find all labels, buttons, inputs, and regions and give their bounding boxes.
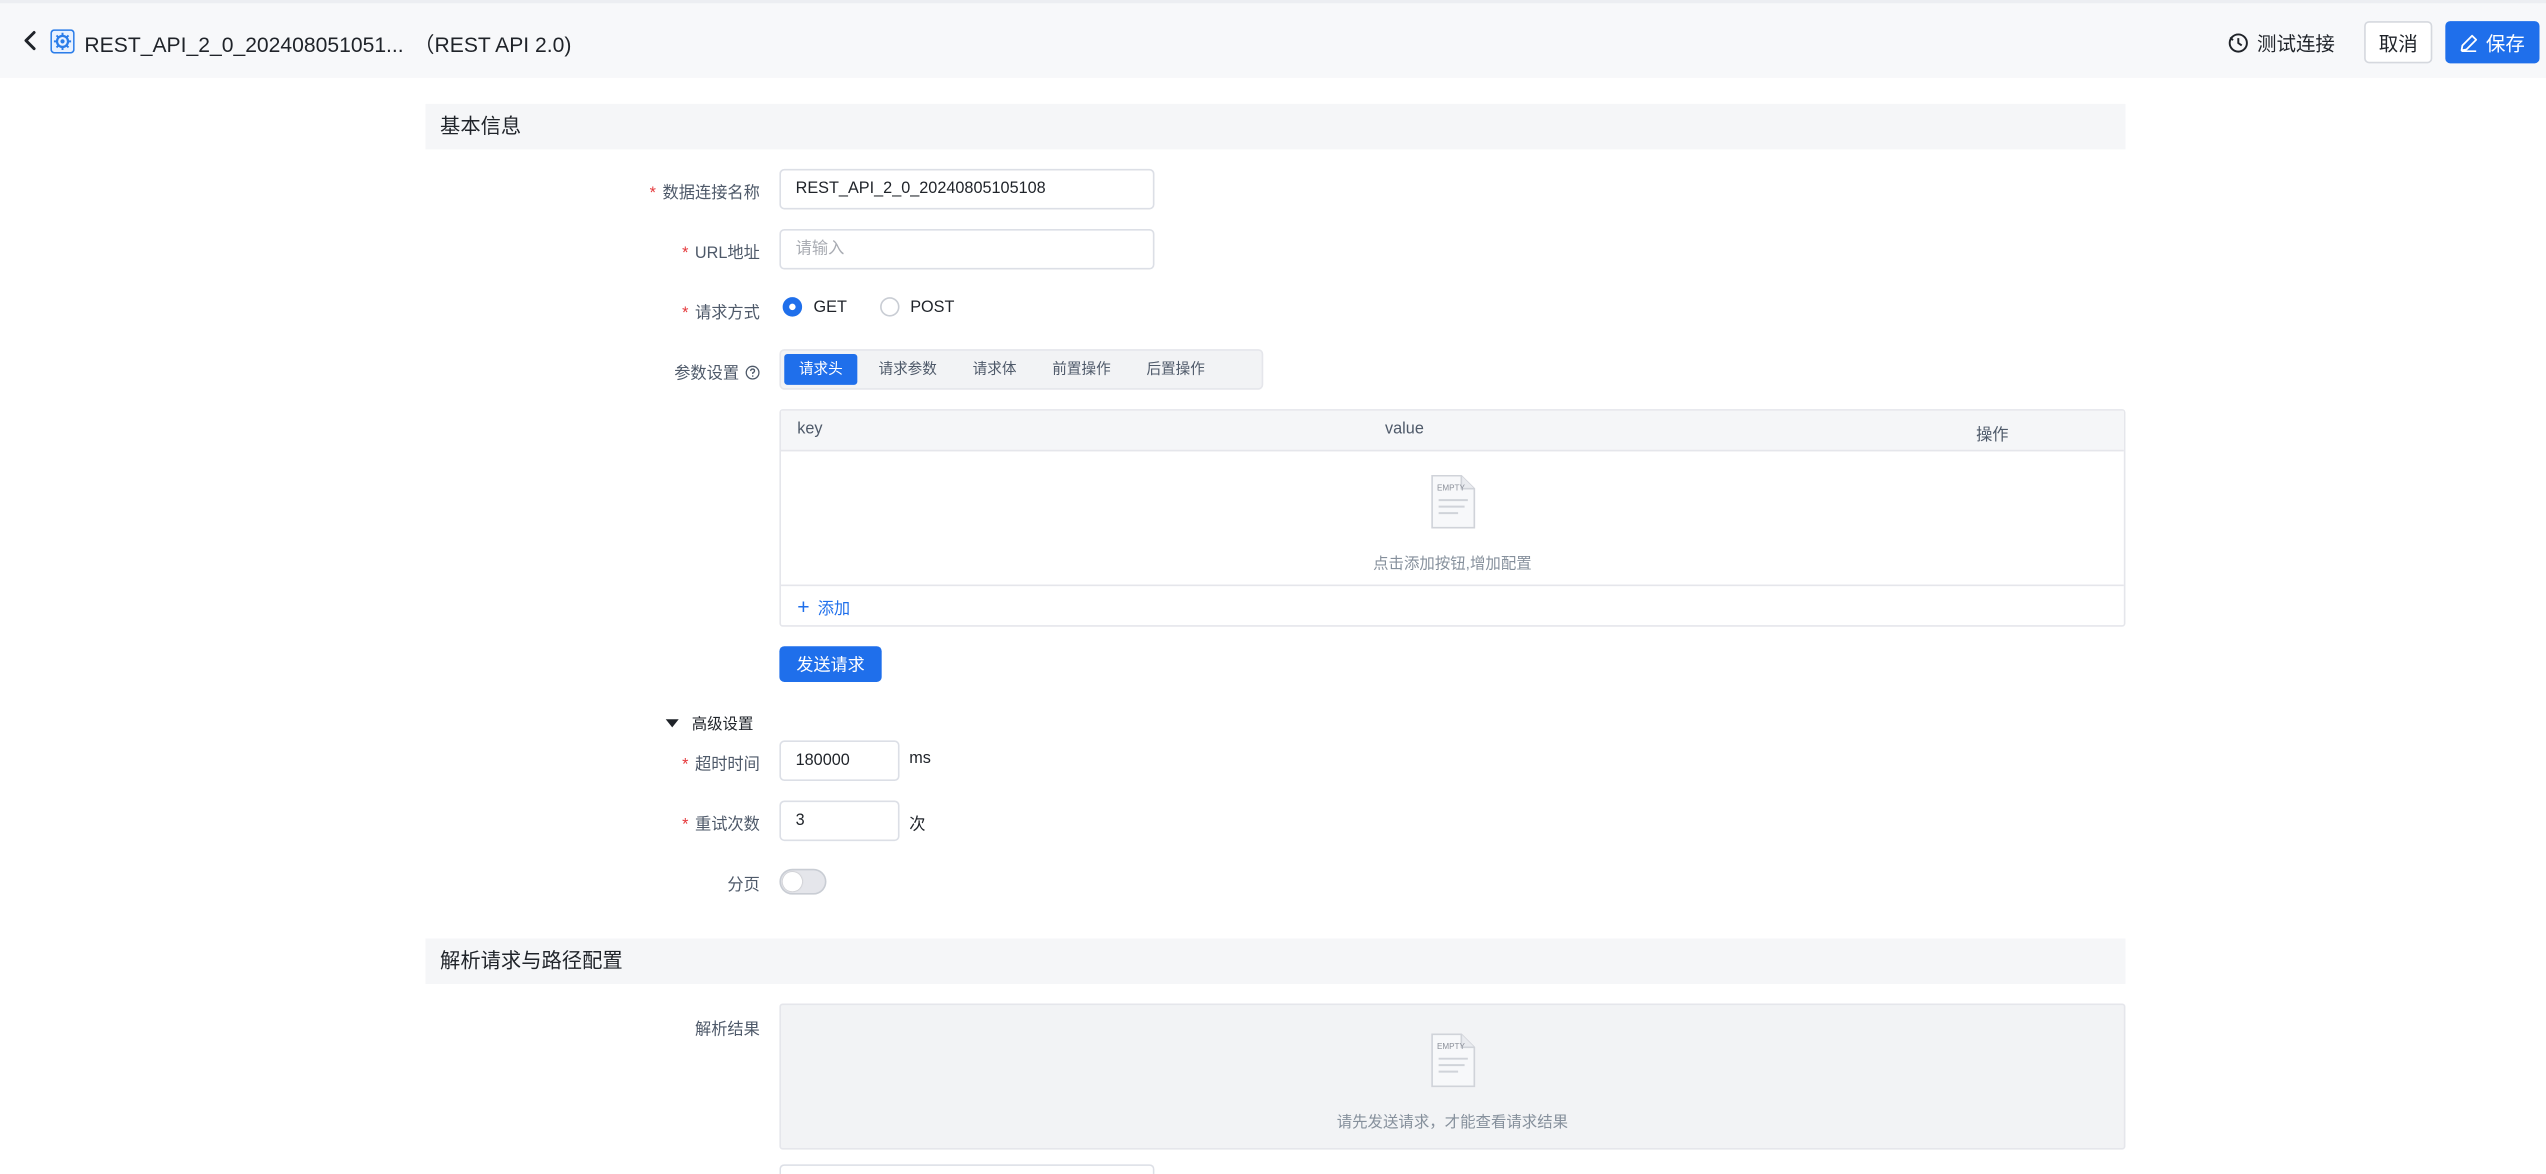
edit-icon: [2460, 34, 2478, 52]
radio-post-circle: [879, 297, 899, 317]
section-basic-info: 基本信息: [425, 103, 2126, 150]
timeout-input[interactable]: 180000: [779, 740, 900, 782]
connection-type: （REST API 2.0): [413, 32, 572, 57]
params-label-text: 参数设置: [674, 365, 740, 384]
timeout-label: * 超时时间: [435, 750, 760, 775]
params-empty-text: 点击添加按钮,增加配置: [1373, 555, 1532, 574]
empty-document-icon: EMPTY: [1430, 474, 1475, 529]
test-connection-label: 测试连接: [2256, 31, 2335, 55]
caret-down-icon: [665, 718, 679, 727]
radio-get-circle: [782, 297, 803, 317]
connection-name-input[interactable]: REST_API_2_0_20240805105108: [779, 168, 1155, 210]
params-table: key value 操作 EMPTY 点击添加按钮,增加配置 + 添加: [779, 409, 2126, 627]
svg-text:EMPTY: EMPTY: [1436, 483, 1465, 492]
retry-input[interactable]: 3: [779, 800, 900, 842]
section-parse-config: 解析请求与路径配置: [425, 938, 2126, 984]
tab-request-body[interactable]: 请求体: [958, 354, 1031, 385]
retry-unit: 次: [909, 816, 926, 835]
back-arrow-icon[interactable]: [19, 28, 42, 54]
connection-name-label: * 数据连接名称: [435, 179, 760, 203]
url-input[interactable]: 请输入: [779, 228, 1155, 270]
retry-label-text: 重试次数: [694, 816, 760, 835]
required-mark: *: [682, 816, 689, 835]
connection-title: REST_API_2_0_202408051051... （REST API 2.…: [84, 28, 571, 59]
top-header: REST_API_2_0_202408051051... （REST API 2.…: [0, 0, 2546, 78]
method-label: * 请求方式: [435, 299, 760, 323]
required-mark: *: [682, 305, 689, 324]
column-value: value: [1385, 420, 1424, 439]
empty-document-icon: EMPTY: [1430, 1033, 1475, 1088]
paging-switch[interactable]: [779, 868, 827, 895]
radio-get[interactable]: GET: [782, 297, 847, 317]
save-button[interactable]: 保存: [2445, 21, 2540, 64]
url-label: * URL地址: [435, 239, 760, 263]
required-mark: *: [649, 185, 656, 203]
radio-post[interactable]: POST: [879, 297, 955, 317]
timeout-unit: ms: [909, 750, 931, 769]
params-tabs: 请求头 请求参数 请求体 前置操作 后置操作: [779, 349, 1264, 390]
help-icon[interactable]: [745, 365, 760, 380]
tab-request-params[interactable]: 请求参数: [864, 354, 952, 385]
params-label: 参数设置: [435, 359, 760, 383]
retry-label: * 重试次数: [435, 810, 760, 835]
cancel-button[interactable]: 取消: [2364, 21, 2433, 64]
required-mark: *: [682, 756, 689, 775]
next-field-input[interactable]: [779, 1164, 1155, 1174]
save-label: 保存: [2485, 31, 2525, 55]
rest-api-logo-icon: [50, 29, 75, 54]
plus-icon: +: [797, 594, 810, 619]
params-empty-state: EMPTY 点击添加按钮,增加配置: [781, 473, 2124, 574]
switch-knob: [782, 871, 803, 892]
result-empty-state: EMPTY 请先发送请求，才能查看请求结果: [781, 1031, 2124, 1132]
method-radio-group: GET POST: [782, 297, 987, 317]
tab-request-header[interactable]: 请求头: [784, 353, 858, 385]
connection-name: REST_API_2_0_202408051051...: [84, 32, 404, 57]
svg-text:EMPTY: EMPTY: [1436, 1042, 1465, 1051]
column-key: key: [797, 420, 823, 439]
test-connection-button[interactable]: 测试连接: [2228, 24, 2335, 60]
params-table-header: key value 操作: [781, 410, 2124, 452]
result-label: 解析结果: [694, 1021, 760, 1040]
timeout-label-text: 超时时间: [694, 756, 760, 775]
parse-result-panel: EMPTY 请先发送请求，才能查看请求结果: [779, 1003, 2126, 1150]
connection-name-label-text: 数据连接名称: [662, 185, 760, 203]
add-param-label: 添加: [817, 600, 851, 619]
advanced-settings-toggle[interactable]: 高级设置: [665, 711, 754, 734]
column-action: 操作: [1976, 427, 2009, 445]
tab-pre-operation[interactable]: 前置操作: [1038, 354, 1126, 385]
url-label-text: URL地址: [694, 245, 760, 264]
tab-post-operation[interactable]: 后置操作: [1132, 354, 1220, 385]
radio-get-label: GET: [813, 297, 847, 316]
radio-post-label: POST: [910, 297, 955, 316]
test-connection-icon: [2228, 32, 2248, 52]
required-mark: *: [682, 245, 689, 264]
advanced-settings-label: 高级设置: [691, 716, 754, 734]
method-label-text: 请求方式: [694, 305, 760, 324]
result-empty-text: 请先发送请求，才能查看请求结果: [1336, 1113, 1569, 1132]
send-request-button[interactable]: 发送请求: [779, 646, 882, 682]
paging-label: 分页: [727, 876, 760, 895]
add-param-button[interactable]: + 添加: [781, 584, 2124, 627]
